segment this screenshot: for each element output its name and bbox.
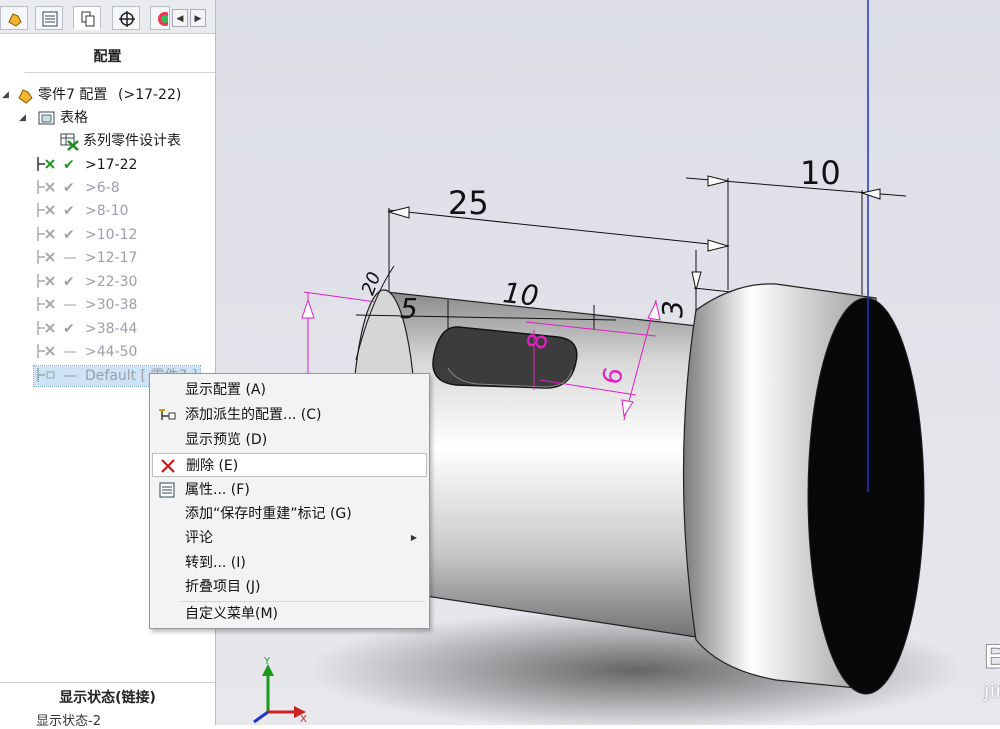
tab-configuration-manager[interactable] xyxy=(73,6,101,30)
properties-icon xyxy=(159,482,175,498)
dimension-label[interactable]: 10 xyxy=(501,276,540,313)
status-check-icon: ✔ xyxy=(63,321,75,337)
triad-x-label: X xyxy=(300,714,307,725)
tabs-scroll-left-button[interactable]: ◀ xyxy=(172,9,188,27)
panel-title: 配置 xyxy=(93,49,122,65)
collapse-arrow-icon[interactable]: ◢ xyxy=(2,85,9,105)
triad-icon: Y X xyxy=(253,656,307,725)
config-label: >8-10 xyxy=(85,203,129,219)
configuration-icon xyxy=(37,321,55,335)
configuration-icon xyxy=(37,368,55,382)
tab-dimxpert[interactable] xyxy=(112,6,140,30)
configuration-icon xyxy=(37,227,55,241)
design-table-icon xyxy=(60,133,79,151)
tab-property-manager[interactable] xyxy=(35,6,63,30)
tab-feature-manager[interactable] xyxy=(0,6,28,30)
dimension-label[interactable]: 10 xyxy=(800,154,841,192)
config-label: >6-8 xyxy=(85,180,120,196)
configuration-icon xyxy=(37,297,55,311)
status-check-icon: ✔ xyxy=(63,274,75,290)
flange-end-face xyxy=(807,297,925,695)
collapse-arrow-icon[interactable]: ◢ xyxy=(19,108,26,128)
config-label: >38-44 xyxy=(85,321,138,337)
configuration-icon xyxy=(37,274,55,288)
status-check-icon: ✔ xyxy=(63,180,75,196)
tree-root-suffix: (>17-22) xyxy=(118,87,182,103)
menu-item-comment[interactable]: 评论 ▶ xyxy=(152,526,427,550)
dimension-label[interactable]: 5 xyxy=(400,292,418,325)
tree-tables-label: 表格 xyxy=(60,110,88,126)
tree-root[interactable]: ◢ 零件7 配置 (>17-22) xyxy=(0,85,215,105)
status-dash-icon: — xyxy=(63,344,77,360)
config-label: >17-22 xyxy=(85,157,138,173)
configuration-icon xyxy=(37,157,55,171)
keyway-slot xyxy=(432,326,578,389)
tree-design-table-label: 系列零件设计表 xyxy=(83,133,181,149)
configuration-icon xyxy=(37,344,55,358)
tab-display-manager[interactable] xyxy=(150,6,170,30)
watermark-url: jingyan.baidu.com xyxy=(984,680,1000,702)
configuration-icon xyxy=(37,250,55,264)
status-check-icon: ✔ xyxy=(63,227,75,243)
menu-item-customize-menu[interactable]: 自定义菜单(M) xyxy=(152,602,427,626)
tables-folder-icon xyxy=(38,111,55,125)
menu-item-show-configuration[interactable]: 显示配置 (A) xyxy=(152,378,427,402)
tree-root-label: 零件7 配置 xyxy=(38,87,108,103)
config-label: >10-12 xyxy=(85,227,138,243)
status-check-icon: ✔ xyxy=(63,157,75,173)
menu-item-collapse-items[interactable]: 折叠项目 (J) xyxy=(152,575,427,599)
tabs-scroll-right-button[interactable]: ▶ xyxy=(190,9,206,27)
status-check-icon: ✔ xyxy=(63,203,75,219)
delete-icon xyxy=(161,459,175,473)
triad-y-label: Y xyxy=(263,656,271,667)
status-dash-icon: — xyxy=(63,368,77,384)
derived-config-icon xyxy=(159,409,176,420)
menu-item-add-derived-configuration[interactable]: 添加派生的配置... (C) xyxy=(152,403,427,427)
menu-item-goto[interactable]: 转到... (I) xyxy=(152,551,427,575)
divider xyxy=(25,72,215,73)
context-menu: 显示配置 (A) 添加派生的配置... (C) 显示预览 (D) 删除 (E) … xyxy=(149,373,430,629)
part-icon xyxy=(18,89,33,104)
menu-item-add-rebuild-on-save[interactable]: 添加“保存时重建”标记 (G) xyxy=(152,502,427,526)
feature-manager-icon xyxy=(8,13,22,27)
status-dash-icon: — xyxy=(63,250,77,266)
display-manager-icon xyxy=(158,12,168,26)
configuration-icon xyxy=(37,180,55,194)
configuration-manager-icon xyxy=(81,11,95,27)
config-label: >12-17 xyxy=(85,250,138,266)
display-state-title: 显示状态(链接) xyxy=(59,690,156,706)
dimension-label[interactable]: 3 xyxy=(656,300,689,318)
config-label: >44-50 xyxy=(85,344,138,360)
display-state-item[interactable]: 显示状态-2 xyxy=(36,710,101,729)
menu-item-properties[interactable]: 属性... (F) xyxy=(152,478,427,502)
tree-design-table[interactable]: 系列零件设计表 xyxy=(0,131,215,151)
dimxpert-icon xyxy=(119,11,135,27)
watermark-logo-text: Bai du 经验 xyxy=(984,637,1000,676)
status-dash-icon: — xyxy=(63,297,77,313)
manager-tabs: ◀ ▶ xyxy=(0,0,215,34)
config-label: >30-38 xyxy=(85,297,138,313)
menu-item-show-preview[interactable]: 显示预览 (D) xyxy=(152,428,427,452)
divider xyxy=(0,682,215,683)
menu-item-delete[interactable]: 删除 (E) xyxy=(152,453,427,477)
config-label: >22-30 xyxy=(85,274,138,290)
watermark-logo: Bai du 经验 xyxy=(984,637,1000,677)
dimension-label[interactable]: 25 xyxy=(448,184,489,222)
property-manager-icon xyxy=(42,11,58,27)
tree-tables[interactable]: ◢ 表格 xyxy=(0,108,215,128)
configuration-icon xyxy=(37,203,55,217)
submenu-arrow-icon: ▶ xyxy=(410,533,417,542)
